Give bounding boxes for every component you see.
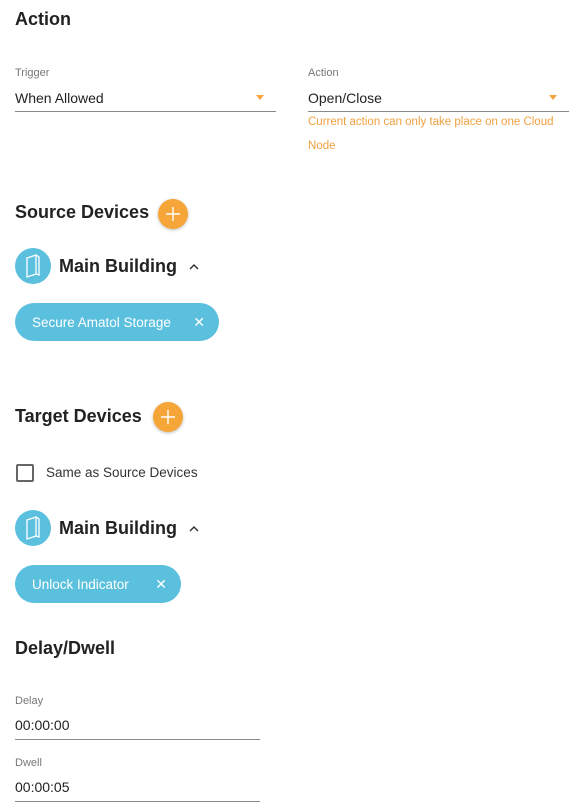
trigger-underline <box>15 111 276 112</box>
delay-label: Delay <box>15 695 44 707</box>
delay-underline <box>15 739 260 740</box>
same-as-source-row[interactable]: Same as Source Devices <box>16 464 216 484</box>
add-target-device-button[interactable] <box>153 402 183 432</box>
trigger-label: Trigger <box>15 67 50 79</box>
delay-value[interactable]: 00:00:00 <box>15 717 70 733</box>
add-source-device-button[interactable] <box>158 199 188 229</box>
plus-icon <box>161 410 175 424</box>
action-select[interactable]: Action Open/Close <box>308 67 569 113</box>
dwell-value[interactable]: 00:00:05 <box>15 779 70 795</box>
dropdown-caret-icon <box>549 95 557 100</box>
action-value: Open/Close <box>308 90 382 106</box>
remove-chip-icon[interactable]: ✕ <box>155 576 167 593</box>
source-building-name: Main Building <box>59 256 177 276</box>
source-building-group[interactable]: Main Building <box>15 248 215 284</box>
delay-field[interactable]: Delay 00:00:00 <box>15 695 260 741</box>
target-building-name: Main Building <box>59 518 177 538</box>
action-hint: Current action can only take place on on… <box>308 116 554 152</box>
dwell-underline <box>15 801 260 802</box>
chip-label: Secure Amatol Storage <box>32 314 171 330</box>
trigger-value: When Allowed <box>15 90 104 106</box>
target-building-group[interactable]: Main Building <box>15 510 215 546</box>
building-icon <box>15 510 51 546</box>
delay-dwell-title: Delay/Dwell <box>15 638 116 658</box>
chevron-up-icon[interactable] <box>188 259 200 273</box>
chevron-up-icon[interactable] <box>188 521 200 535</box>
same-as-source-label: Same as Source Devices <box>46 465 198 480</box>
plus-icon <box>166 207 180 221</box>
target-device-chip[interactable]: Unlock Indicator ✕ <box>15 565 181 603</box>
target-devices-title: Target Devices <box>15 406 142 426</box>
action-section-title: Action <box>15 9 71 29</box>
building-icon <box>15 248 51 284</box>
chip-label: Unlock Indicator <box>32 576 129 592</box>
same-as-source-checkbox[interactable] <box>16 464 34 482</box>
action-label: Action <box>308 67 339 79</box>
source-devices-title: Source Devices <box>15 202 150 222</box>
source-device-chip[interactable]: Secure Amatol Storage ✕ <box>15 303 219 341</box>
dwell-field[interactable]: Dwell 00:00:05 <box>15 757 260 803</box>
trigger-select[interactable]: Trigger When Allowed <box>15 67 276 113</box>
remove-chip-icon[interactable]: ✕ <box>193 314 205 331</box>
dwell-label: Dwell <box>15 757 42 769</box>
dropdown-caret-icon <box>256 95 264 100</box>
